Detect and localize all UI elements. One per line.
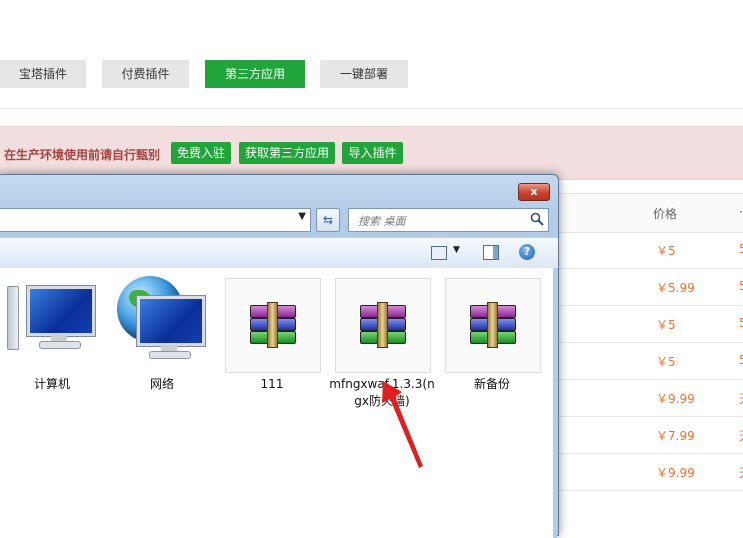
annotation-arrow-icon [382, 381, 423, 468]
